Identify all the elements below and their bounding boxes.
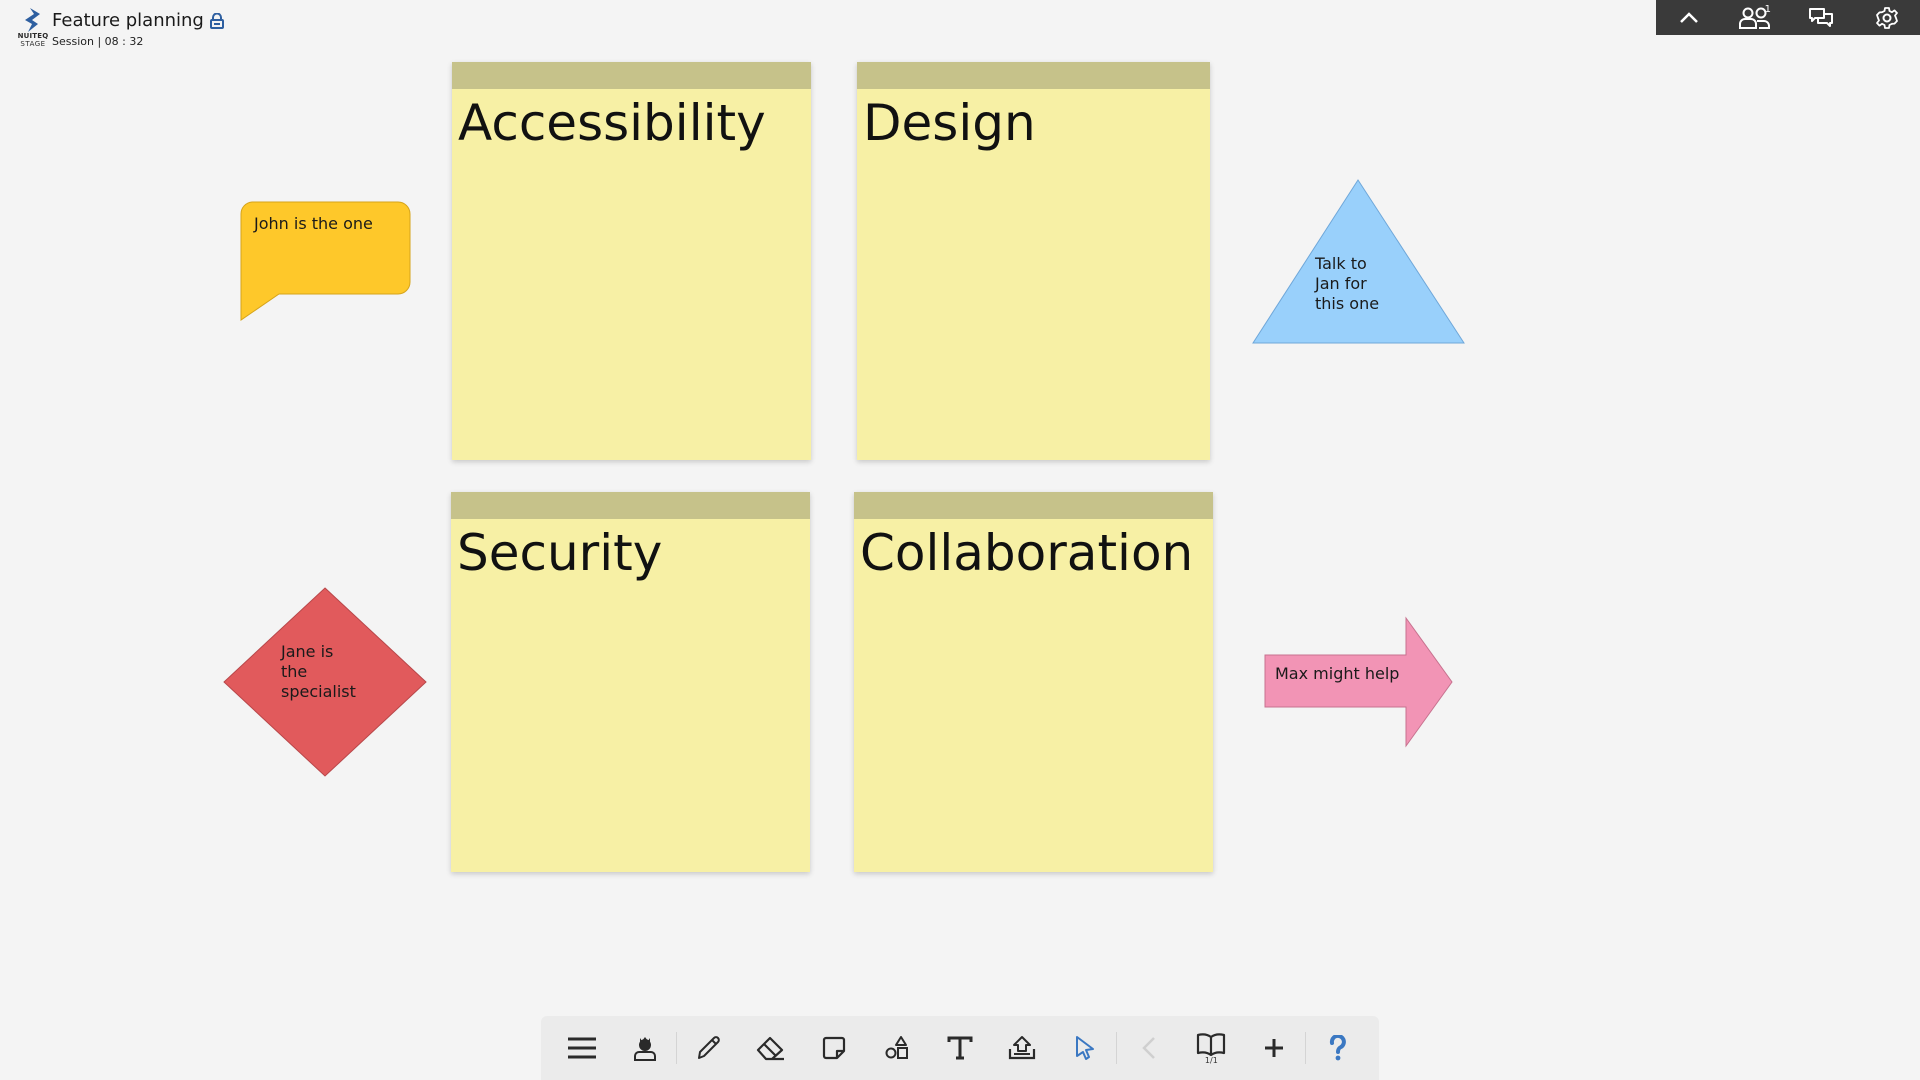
- chat-icon: [1809, 7, 1833, 27]
- speech-bubble-text: John is the one: [254, 214, 373, 233]
- help-icon: [1329, 1035, 1346, 1061]
- note-title[interactable]: Security: [451, 519, 810, 583]
- app-logo: NUITEQ STAGE: [8, 8, 58, 50]
- upload-icon: [1009, 1036, 1036, 1060]
- note-drag-header[interactable]: [854, 492, 1213, 519]
- speech-bubble-shape[interactable]: John is the one: [238, 200, 412, 324]
- diamond-shape[interactable]: Jane is the specialist: [222, 586, 428, 778]
- logo-line2: STAGE: [20, 40, 46, 48]
- host-button[interactable]: [614, 1022, 677, 1074]
- pen-button[interactable]: [677, 1022, 740, 1074]
- select-button[interactable]: [1054, 1022, 1117, 1074]
- note-title[interactable]: Design: [857, 89, 1210, 153]
- book-icon: [1197, 1032, 1226, 1056]
- eraser-icon: [757, 1036, 785, 1061]
- eraser-button[interactable]: [740, 1022, 803, 1074]
- cursor-icon: [1075, 1036, 1094, 1060]
- triangle-text: Talk to Jan for this one: [1315, 254, 1380, 313]
- sticky-note-button[interactable]: [803, 1022, 866, 1074]
- triangle-shape[interactable]: Talk to Jan for this one: [1251, 178, 1466, 346]
- plus-icon: [1265, 1039, 1284, 1057]
- page-indicator: 1/1: [1204, 1055, 1218, 1065]
- collapse-button[interactable]: [1667, 0, 1711, 35]
- help-button[interactable]: [1306, 1022, 1369, 1074]
- upload-button[interactable]: [991, 1022, 1054, 1074]
- chevron-left-icon: [1141, 1037, 1155, 1059]
- host-icon: [634, 1037, 657, 1061]
- arrow-shape[interactable]: Max might help: [1263, 616, 1455, 748]
- pages-button[interactable]: 1/1: [1180, 1022, 1243, 1074]
- previous-page-button[interactable]: [1117, 1022, 1180, 1074]
- shapes-icon: [885, 1036, 908, 1059]
- pencil-icon: [697, 1036, 720, 1059]
- logo-line1: NUITEQ: [17, 32, 49, 40]
- sticky-note-design[interactable]: Design: [857, 62, 1210, 460]
- add-page-button[interactable]: [1243, 1022, 1306, 1074]
- sticky-note-security[interactable]: Security: [451, 492, 810, 872]
- note-title[interactable]: Collaboration: [854, 519, 1213, 583]
- participants-button[interactable]: 1: [1733, 0, 1777, 35]
- diamond-text: Jane is the specialist: [281, 642, 356, 701]
- text-icon: [947, 1036, 973, 1060]
- chevron-up-icon: [1680, 11, 1698, 23]
- menu-button[interactable]: [551, 1022, 614, 1074]
- top-right-toolbar: 1: [1656, 0, 1920, 35]
- note-title[interactable]: Accessibility: [452, 89, 811, 153]
- note-drag-header[interactable]: [857, 62, 1210, 89]
- gear-icon: [1876, 6, 1898, 29]
- session-timer: Session | 08 : 32: [52, 35, 144, 48]
- sticky-note-icon: [823, 1036, 846, 1060]
- text-button[interactable]: [928, 1022, 991, 1074]
- lock-icon[interactable]: [209, 12, 224, 29]
- sticky-note-collaboration[interactable]: Collaboration: [854, 492, 1213, 872]
- arrow-text: Max might help: [1275, 664, 1400, 683]
- bottom-toolbar: 1/1: [541, 1016, 1379, 1080]
- note-drag-header[interactable]: [452, 62, 811, 89]
- sticky-note-accessibility[interactable]: Accessibility: [452, 62, 811, 460]
- nuiteq-logo-icon: [25, 8, 40, 32]
- menu-icon: [568, 1037, 597, 1059]
- settings-button[interactable]: [1865, 0, 1909, 35]
- chat-button[interactable]: [1799, 0, 1843, 35]
- shapes-button[interactable]: [866, 1022, 929, 1074]
- board-title: Feature planning: [52, 10, 224, 31]
- board-title-text: Feature planning: [52, 10, 204, 31]
- note-drag-header[interactable]: [451, 492, 810, 519]
- participants-count: 1: [1764, 4, 1771, 15]
